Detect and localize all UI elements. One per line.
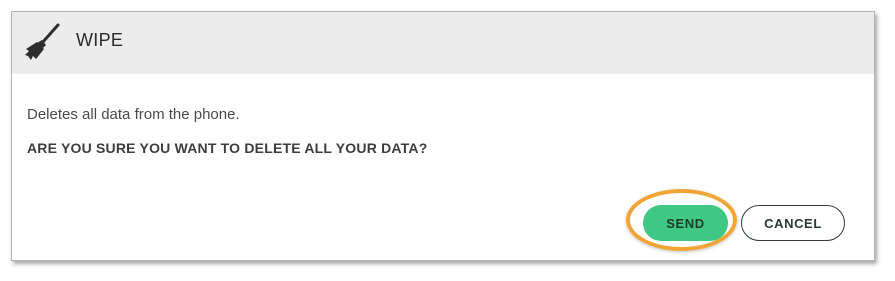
wipe-dialog: WIPE Deletes all data from the phone. AR… bbox=[11, 11, 875, 261]
dialog-header: WIPE bbox=[12, 12, 874, 74]
dialog-description: Deletes all data from the phone. bbox=[27, 106, 240, 123]
cancel-button[interactable]: CANCEL bbox=[741, 205, 845, 241]
broom-icon bbox=[23, 22, 61, 62]
send-button[interactable]: SEND bbox=[643, 205, 728, 241]
dialog-title: WIPE bbox=[76, 30, 124, 50]
dialog-warning: ARE YOU SURE YOU WANT TO DELETE ALL YOUR… bbox=[27, 140, 428, 156]
